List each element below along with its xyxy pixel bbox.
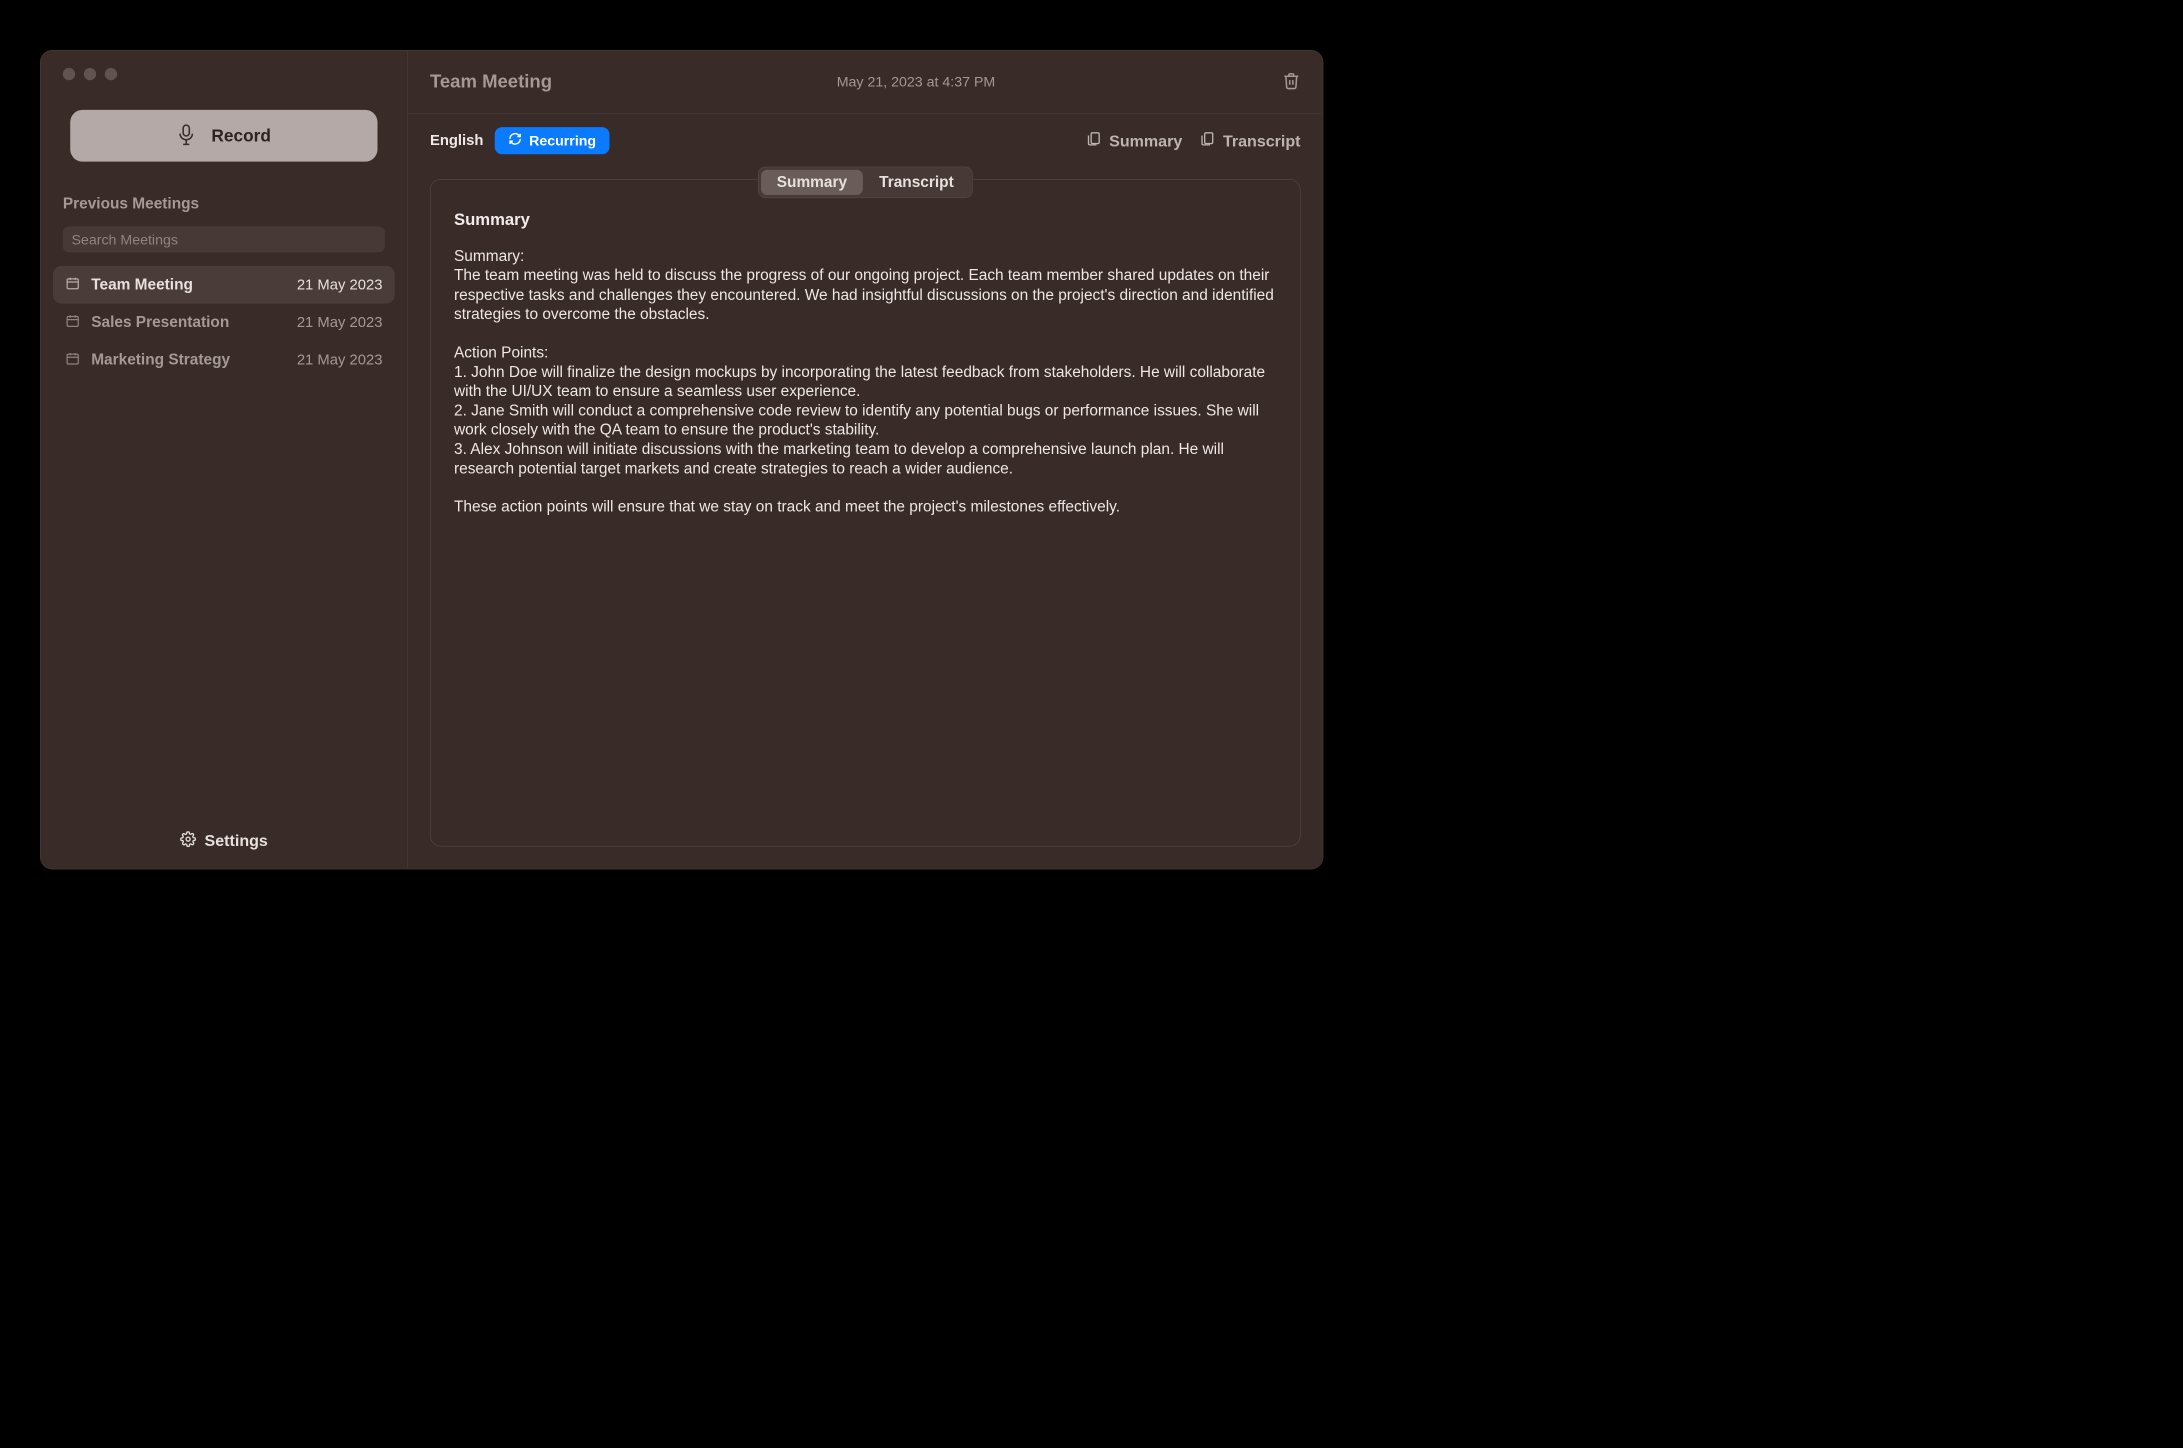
tab-summary[interactable]: Summary bbox=[761, 170, 863, 195]
meeting-date: 21 May 2023 bbox=[297, 314, 383, 331]
copy-summary-label: Summary bbox=[1109, 131, 1182, 150]
copy-summary-button[interactable]: Summary bbox=[1086, 130, 1183, 152]
clipboard-icon bbox=[1086, 130, 1102, 152]
gear-icon bbox=[180, 831, 196, 850]
panel-body: Summary: The team meeting was held to di… bbox=[454, 247, 1276, 517]
calendar-icon bbox=[65, 351, 80, 369]
clipboard-icon bbox=[1200, 130, 1216, 152]
content-tabs: Summary Transcript bbox=[758, 167, 973, 198]
fullscreen-window-button[interactable] bbox=[105, 68, 117, 80]
settings-button[interactable]: Settings bbox=[53, 826, 395, 855]
settings-label: Settings bbox=[205, 831, 268, 850]
content-panel: Summary Summary: The team meeting was he… bbox=[430, 179, 1301, 847]
language-label: English bbox=[430, 132, 483, 149]
meeting-date: 21 May 2023 bbox=[297, 351, 383, 368]
meeting-item-team-meeting[interactable]: Team Meeting 21 May 2023 bbox=[53, 266, 395, 304]
meeting-list: Team Meeting 21 May 2023 Sales Presentat… bbox=[53, 266, 395, 379]
previous-meetings-heading: Previous Meetings bbox=[63, 195, 385, 213]
trash-icon bbox=[1282, 83, 1301, 92]
minimize-window-button[interactable] bbox=[84, 68, 96, 80]
record-button[interactable]: Record bbox=[70, 110, 377, 162]
search-input[interactable] bbox=[63, 226, 385, 252]
meta-row: English Recurring bbox=[408, 114, 1323, 166]
calendar-icon bbox=[65, 276, 80, 294]
meeting-title: Team Meeting bbox=[91, 276, 285, 294]
main-content: Team Meeting May 21, 2023 at 4:37 PM Eng… bbox=[408, 51, 1323, 869]
page-title: Team Meeting bbox=[430, 71, 552, 92]
meeting-timestamp: May 21, 2023 at 4:37 PM bbox=[837, 73, 996, 90]
app-window: Record Previous Meetings Team Meeting 21… bbox=[40, 50, 1323, 869]
meeting-item-marketing-strategy[interactable]: Marketing Strategy 21 May 2023 bbox=[53, 341, 395, 379]
close-window-button[interactable] bbox=[63, 68, 75, 80]
copy-transcript-label: Transcript bbox=[1223, 131, 1301, 150]
tab-transcript[interactable]: Transcript bbox=[863, 170, 970, 195]
meeting-title: Marketing Strategy bbox=[91, 351, 285, 369]
topbar: Team Meeting May 21, 2023 at 4:37 PM bbox=[408, 51, 1323, 114]
copy-transcript-button[interactable]: Transcript bbox=[1200, 130, 1301, 152]
calendar-icon bbox=[65, 313, 80, 331]
microphone-icon bbox=[177, 124, 196, 148]
meeting-item-sales-presentation[interactable]: Sales Presentation 21 May 2023 bbox=[53, 304, 395, 342]
window-controls bbox=[63, 68, 395, 80]
search-wrap bbox=[63, 226, 385, 252]
meeting-title: Sales Presentation bbox=[91, 313, 285, 331]
recurring-button[interactable]: Recurring bbox=[495, 127, 610, 154]
delete-button[interactable] bbox=[1282, 71, 1301, 93]
content-area: Summary Transcript Summary Summary: The … bbox=[408, 165, 1323, 868]
sidebar: Record Previous Meetings Team Meeting 21… bbox=[41, 51, 408, 869]
recurring-label: Recurring bbox=[529, 132, 596, 149]
panel-heading: Summary bbox=[454, 210, 1276, 229]
record-button-label: Record bbox=[211, 126, 271, 146]
meeting-date: 21 May 2023 bbox=[297, 276, 383, 293]
refresh-icon bbox=[508, 132, 522, 149]
